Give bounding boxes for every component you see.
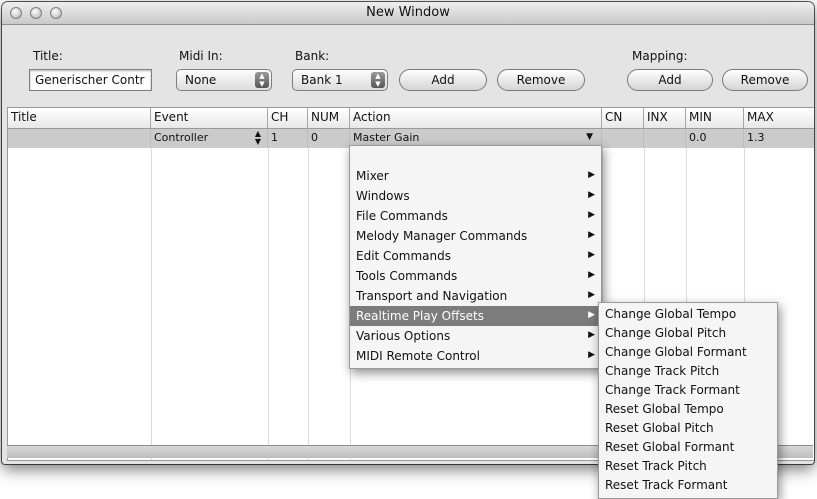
cell-title[interactable]: [8, 129, 151, 148]
submenu-item[interactable]: Change Global Pitch: [599, 323, 777, 343]
col-header-event[interactable]: Event: [151, 108, 268, 128]
menu-item-melody-manager[interactable]: Melody Manager Commands ▶: [350, 226, 601, 246]
submenu-item[interactable]: Change Track Formant: [599, 380, 777, 400]
menu-item-label: Various Options: [356, 329, 451, 343]
menu-item-label: Realtime Play Offsets: [356, 309, 484, 323]
cell-min[interactable]: 0.0: [686, 129, 744, 148]
title-label: Title:: [33, 49, 63, 63]
submenu-item[interactable]: Reset Track Formant: [599, 475, 777, 495]
column-divider: [268, 148, 269, 460]
bank-remove-button[interactable]: Remove: [497, 69, 585, 91]
menu-item-realtime-play-offsets[interactable]: Realtime Play Offsets ▶: [350, 306, 601, 326]
col-header-ch[interactable]: CH: [268, 108, 308, 128]
title-input[interactable]: Generischer Contr: [29, 69, 152, 91]
menu-item-tools-commands[interactable]: Tools Commands ▶: [350, 266, 601, 286]
mapping-remove-button[interactable]: Remove: [722, 69, 808, 91]
menu-item-label: Windows: [356, 189, 410, 203]
bank-add-button[interactable]: Add: [399, 69, 487, 91]
col-header-min[interactable]: MIN: [686, 108, 744, 128]
action-menu: Mixer ▶ Windows ▶ File Commands ▶ Melody Ma…: [349, 145, 602, 369]
col-header-num[interactable]: NUM: [308, 108, 350, 128]
bank-value: Bank 1: [301, 73, 343, 87]
menu-item-windows[interactable]: Windows ▶: [350, 186, 601, 206]
submenu-arrow-icon: ▶: [588, 170, 595, 180]
cell-cn[interactable]: [602, 129, 644, 148]
submenu-item[interactable]: Change Global Tempo: [599, 304, 777, 324]
menu-item-midi-remote[interactable]: MIDI Remote Control ▶: [350, 346, 601, 366]
menu-item-label: Melody Manager Commands: [356, 229, 528, 243]
cell-event[interactable]: Controller ▲ ▼: [151, 129, 268, 148]
window-title: New Window: [366, 5, 450, 20]
midi-in-value: None: [185, 73, 217, 87]
cell-ch[interactable]: 1: [268, 129, 308, 148]
menu-item-edit-commands[interactable]: Edit Commands ▶: [350, 246, 601, 266]
submenu-item[interactable]: Reset Track Pitch: [599, 456, 777, 476]
submenu-arrow-icon: ▶: [588, 210, 595, 220]
event-stepper-icon: ▲ ▼: [254, 129, 261, 146]
menu-item-label: Tools Commands: [356, 269, 458, 283]
bank-stepper-icon: ▲ ▼: [371, 72, 385, 88]
submenu-item[interactable]: Reset Global Formant: [599, 437, 777, 457]
submenu-arrow-icon: ▶: [588, 230, 595, 240]
menu-item-label: MIDI Remote Control: [356, 349, 480, 363]
col-header-inx[interactable]: INX: [644, 108, 686, 128]
submenu-item[interactable]: Reset Global Tempo: [599, 399, 777, 419]
title-bar[interactable]: New Window: [2, 2, 814, 25]
col-header-max[interactable]: MAX: [744, 108, 814, 128]
mapping-add-button[interactable]: Add: [627, 69, 713, 91]
table-header: Title Event CH NUM Action CN INX MIN MAX: [8, 108, 814, 129]
menu-item-label: File Commands: [356, 209, 448, 223]
submenu-arrow-icon: ▶: [588, 330, 595, 340]
submenu-arrow-icon: ▶: [588, 250, 595, 260]
mapping-label: Mapping:: [632, 49, 688, 63]
col-header-title[interactable]: Title: [8, 108, 151, 128]
cell-action-value: Master Gain: [353, 131, 420, 144]
cell-max[interactable]: 1.3: [744, 129, 814, 148]
submenu-arrow-icon: ▶: [588, 270, 595, 280]
submenu-item[interactable]: Reset Global Pitch: [599, 418, 777, 438]
submenu-item[interactable]: Change Track Pitch: [599, 361, 777, 381]
col-header-action[interactable]: Action: [350, 108, 602, 128]
realtime-submenu: Change Global Tempo Change Global Pitch …: [598, 302, 778, 499]
menu-item-label: Mixer: [356, 169, 389, 183]
menu-item-label: Transport and Navigation: [356, 289, 508, 303]
bank-select[interactable]: Bank 1 ▲ ▼: [292, 69, 388, 91]
col-header-cn[interactable]: CN: [602, 108, 644, 128]
submenu-arrow-icon: ▶: [588, 290, 595, 300]
menu-item-transport[interactable]: Transport and Navigation ▶: [350, 286, 601, 306]
column-divider: [151, 148, 152, 460]
menu-item-file-commands[interactable]: File Commands ▶: [350, 206, 601, 226]
submenu-arrow-icon: ▶: [588, 310, 595, 320]
midi-in-stepper-icon: ▲ ▼: [255, 72, 269, 88]
menu-item-various-options[interactable]: Various Options ▶: [350, 326, 601, 346]
cell-event-value: Controller: [154, 131, 209, 144]
submenu-arrow-icon: ▶: [588, 190, 595, 200]
midi-in-label: Midi In:: [179, 49, 223, 63]
submenu-item[interactable]: Change Global Formant: [599, 342, 777, 362]
cell-num[interactable]: 0: [308, 129, 350, 148]
cell-inx[interactable]: [644, 129, 686, 148]
midi-in-select[interactable]: None ▲ ▼: [176, 69, 272, 91]
bank-label: Bank:: [295, 49, 330, 63]
column-divider: [308, 148, 309, 460]
submenu-arrow-icon: ▶: [588, 350, 595, 360]
chevron-down-icon: ▼: [586, 132, 593, 142]
menu-item-mixer[interactable]: Mixer ▶: [350, 166, 601, 186]
menu-item-label: Edit Commands: [356, 249, 451, 263]
